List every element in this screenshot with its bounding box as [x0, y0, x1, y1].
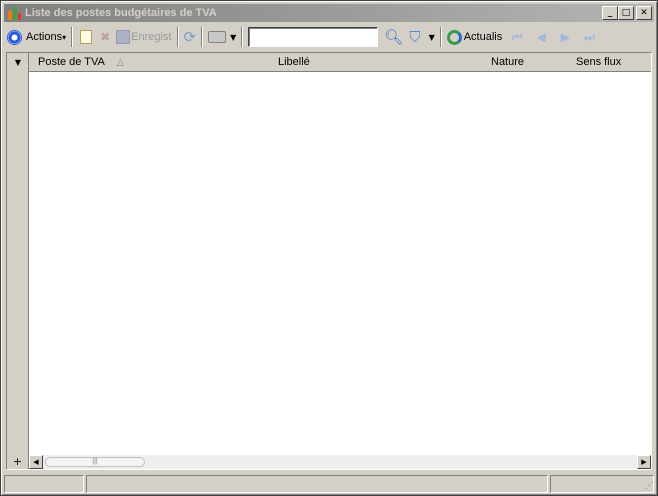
refresh-button[interactable]: ⟳ [181, 26, 200, 48]
filter-icon: ⛉ [409, 28, 421, 46]
status-bar: ⋰ [4, 475, 656, 493]
save-icon [116, 30, 131, 44]
refresh-data-label: Actualis [463, 31, 503, 43]
first-record-icon[interactable]: ⏮ [505, 30, 529, 45]
next-record-icon[interactable]: ▶ [553, 30, 577, 44]
search-input[interactable] [248, 27, 379, 47]
minimize-button[interactable]: _ [602, 6, 618, 20]
toolbar-separator [201, 27, 204, 47]
title-bar[interactable]: Liste des postes budgétaires de TVA _ □ … [4, 4, 654, 22]
data-grid[interactable]: ▼ Poste de TVA △ Libellé Nature Sens flux… [6, 52, 652, 470]
status-pane-1 [4, 475, 84, 493]
print-button[interactable]: ▼ [205, 26, 239, 48]
chevron-down-icon[interactable]: ▼ [429, 33, 435, 42]
refresh-icon: ⟳ [183, 28, 197, 46]
chevron-down-icon[interactable]: ▼ [230, 33, 236, 42]
new-button[interactable] [75, 26, 97, 48]
scroll-right-icon[interactable]: ▶ [637, 455, 651, 469]
delete-button[interactable]: ✖ [97, 26, 113, 48]
scroll-thumb[interactable]: ||| [45, 457, 145, 467]
main-window: Liste des postes budgétaires de TVA _ □ … [0, 0, 658, 496]
row-header-column: ▼ [7, 53, 29, 469]
new-icon [80, 30, 93, 44]
resize-grip-icon[interactable]: ⋰ [645, 481, 654, 491]
column-header-poste[interactable]: Poste de TVA △ [38, 53, 124, 72]
toolbar-separator [241, 27, 244, 47]
horizontal-scrollbar[interactable]: + ◀ ||| ▶ [7, 455, 651, 469]
sort-ascending-icon: △ [116, 58, 124, 68]
delete-icon: ✖ [100, 30, 111, 44]
status-pane-3 [550, 475, 654, 493]
scroll-left-icon[interactable]: ◀ [29, 455, 43, 469]
toolbar: Actions ▾ ✖ Enregist ⟳ ▼ 🔍︎ ⛉ ▼ Actualis [4, 24, 654, 50]
close-button[interactable]: ✕ [636, 6, 652, 20]
actions-button[interactable]: Actions ▾ [4, 26, 69, 48]
print-icon [208, 31, 227, 43]
search-button[interactable]: 🔍︎ [381, 26, 406, 48]
save-label: Enregist [131, 31, 172, 43]
column-header-libelle[interactable]: Libellé [278, 53, 310, 72]
toolbar-separator [439, 27, 442, 47]
scroll-track[interactable]: ||| [43, 455, 637, 469]
save-button[interactable]: Enregist [113, 26, 174, 48]
search-icon: 🔍︎ [384, 28, 404, 46]
window-title: Liste des postes budgétaires de TVA [25, 7, 217, 19]
app-chart-icon [6, 5, 22, 21]
toolbar-separator [71, 27, 74, 47]
search-box [245, 26, 381, 48]
column-label: Poste de TVA [38, 56, 105, 68]
refresh-data-icon [446, 29, 462, 45]
toolbar-separator [176, 27, 179, 47]
status-pane-2 [86, 475, 548, 493]
maximize-button[interactable]: □ [618, 6, 634, 20]
grid-header: Poste de TVA △ Libellé Nature Sens flux [29, 53, 651, 72]
refresh-data-button[interactable]: Actualis [444, 26, 506, 48]
chevron-down-icon: ▾ [62, 32, 67, 42]
column-header-sens-flux[interactable]: Sens flux [576, 53, 621, 72]
add-row-icon[interactable]: + [7, 455, 29, 469]
previous-record-icon[interactable]: ◀ [529, 30, 553, 44]
filter-button[interactable]: ⛉ ▼ [406, 26, 437, 48]
column-header-nature[interactable]: Nature [491, 53, 524, 72]
column-chooser-icon[interactable]: ▼ [7, 53, 29, 72]
last-record-icon[interactable]: ⏭ [577, 30, 601, 45]
actions-label: Actions [26, 31, 63, 43]
actions-icon [7, 29, 22, 45]
